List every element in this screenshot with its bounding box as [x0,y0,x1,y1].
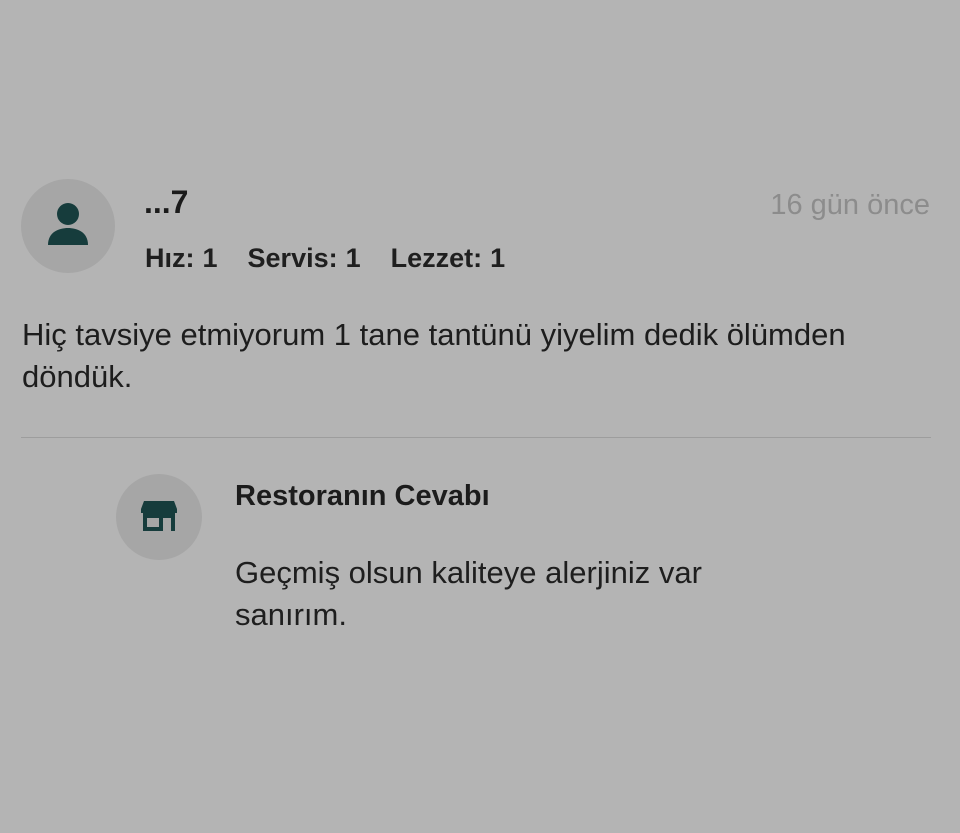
rating-taste-value: 1 [490,243,506,273]
reviewer-name: ...7 [144,184,189,220]
rating-taste-label: Lezzet: [390,243,483,273]
rating-service-value: 1 [345,243,361,273]
user-avatar[interactable] [21,179,115,273]
divider [21,437,931,438]
review-card: ...7 16 gün önce Hız: 1 Servis: 1 Lezzet… [0,0,960,833]
rating-service-label: Servis: [247,243,338,273]
reply-title: Restoranın Cevabı [235,480,490,512]
restaurant-avatar [116,474,202,560]
store-icon [141,501,177,531]
rating-taste: Lezzet: 1 [391,245,506,272]
rating-speed-value: 1 [202,243,218,273]
rating-summary: Hız: 1 Servis: 1 Lezzet: 1 [145,245,505,272]
rating-speed: Hız: 1 [145,245,218,272]
review-date: 16 gün önce [770,189,930,221]
user-icon [48,203,88,245]
reply-text: Geçmiş olsun kaliteye alerjiniz var sanı… [235,555,702,632]
review-text: Hiç tavsiye etmiyorum 1 tane tantünü yiy… [22,317,846,394]
rating-service: Servis: 1 [248,245,361,272]
rating-speed-label: Hız: [145,243,195,273]
